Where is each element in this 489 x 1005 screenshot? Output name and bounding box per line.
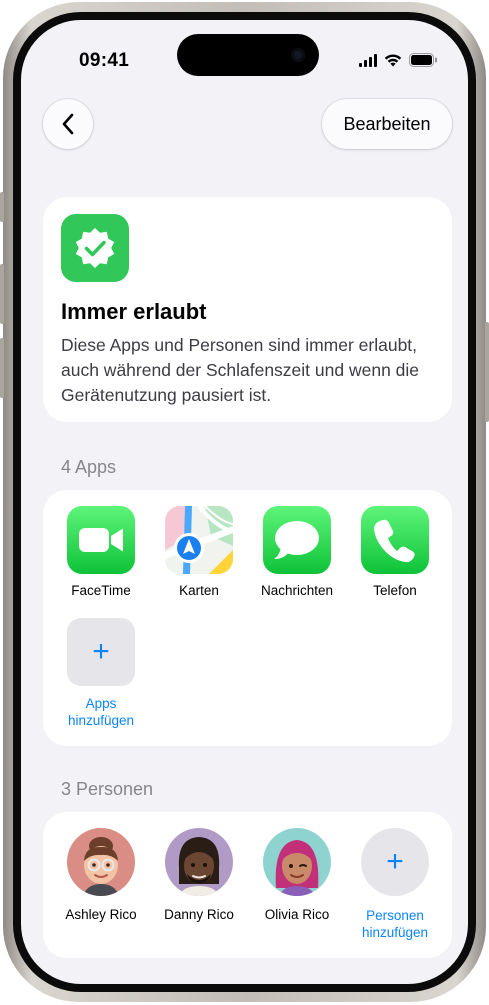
volume-down-button: [0, 338, 4, 398]
volume-up-button: [0, 264, 4, 324]
add-people-label-line1: Personen: [366, 908, 424, 923]
cellular-signal-icon: [359, 53, 377, 67]
person-label: Danny Rico: [164, 907, 234, 922]
dynamic-island: [177, 34, 319, 76]
plus-icon: +: [361, 828, 429, 896]
add-apps-label-line1: Apps: [85, 696, 117, 711]
phone-icon: [361, 506, 429, 574]
app-label: Nachrichten: [260, 583, 334, 598]
apps-card: FaceTime Karten Nachrichten Telefon + Ap…: [43, 490, 452, 746]
memoji-avatar-icon: [263, 828, 331, 896]
add-people-button[interactable]: + Personen hinzufügen: [346, 828, 444, 941]
app-item-maps[interactable]: Karten: [150, 506, 248, 598]
add-people-label-line2: hinzufügen: [361, 925, 429, 940]
screen: 09:41 Bearbeiten Immer erlaubt Diese App…: [21, 20, 468, 984]
apps-section-header: 4 Apps: [61, 457, 117, 477]
always-allowed-info-card: Immer erlaubt Diese Apps und Personen si…: [43, 197, 452, 422]
phone-frame: 09:41 Bearbeiten Immer erlaubt Diese App…: [0, 2, 489, 1002]
person-label: Olivia Rico: [264, 907, 330, 922]
plus-icon: +: [67, 618, 135, 686]
app-item-facetime[interactable]: FaceTime: [52, 506, 150, 598]
app-item-phone[interactable]: Telefon: [346, 506, 444, 598]
add-people-label: Personen hinzufügen: [346, 907, 444, 941]
person-item-ashley[interactable]: Ashley Rico: [52, 828, 150, 922]
status-icons: [359, 52, 438, 68]
app-label: FaceTime: [71, 583, 131, 598]
add-apps-label: Apps hinzufügen: [52, 695, 150, 729]
chevron-left-icon: [62, 113, 74, 135]
battery-icon: [409, 53, 437, 67]
info-description: Diese Apps und Personen sind immer erlau…: [61, 335, 420, 405]
action-button: [0, 192, 4, 222]
app-label: Telefon: [373, 583, 417, 598]
person-item-olivia[interactable]: Olivia Rico: [248, 828, 346, 922]
memoji-avatar-icon: [165, 828, 233, 896]
verified-badge-icon: [61, 214, 129, 282]
info-title: Immer erlaubt: [61, 299, 207, 324]
phone-bezel: 09:41 Bearbeiten Immer erlaubt Diese App…: [13, 12, 476, 992]
status-time: 09:41: [79, 50, 130, 71]
app-label: Karten: [179, 583, 219, 598]
messages-icon: [263, 506, 331, 574]
person-item-danny[interactable]: Danny Rico: [150, 828, 248, 922]
wifi-icon: [384, 54, 402, 67]
back-button[interactable]: [43, 99, 93, 149]
maps-icon: [165, 506, 233, 574]
edit-button[interactable]: Bearbeiten: [322, 99, 452, 149]
people-card: Ashley Rico Danny Rico Olivia Rico + Per…: [43, 812, 452, 958]
memoji-avatar-icon: [67, 828, 135, 896]
person-label: Ashley Rico: [65, 907, 137, 922]
people-section-header: 3 Personen: [61, 779, 154, 799]
front-camera: [291, 48, 305, 62]
app-item-messages[interactable]: Nachrichten: [248, 506, 346, 598]
facetime-icon: [67, 506, 135, 574]
add-apps-label-line2: hinzufügen: [67, 713, 135, 728]
power-button: [485, 322, 489, 422]
add-apps-button[interactable]: + Apps hinzufügen: [52, 618, 150, 729]
